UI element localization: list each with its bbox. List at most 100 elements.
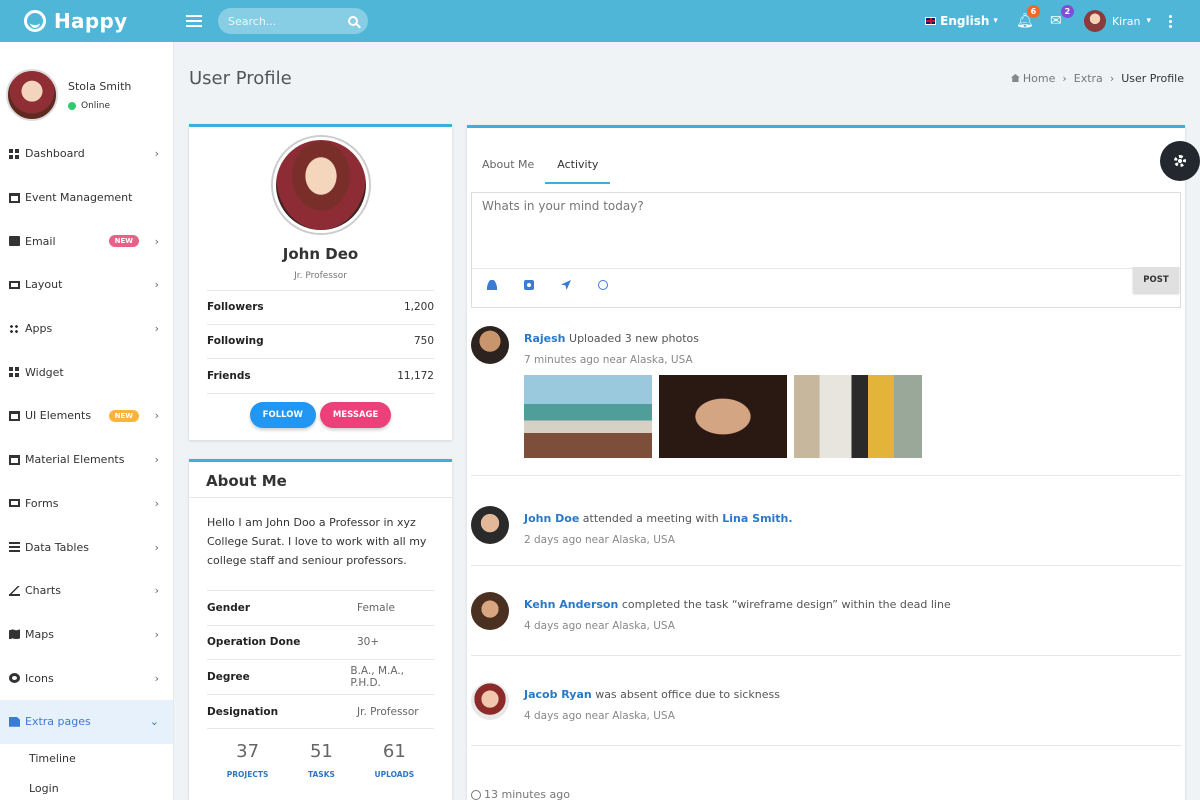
language-label: English: [940, 14, 990, 28]
stat-friends: Friends 11,172: [207, 359, 434, 394]
about-row-gender: Gender Female: [207, 590, 434, 625]
new-badge: NEW: [108, 409, 139, 422]
post-button[interactable]: POST: [1133, 267, 1179, 293]
sidebar-item-label: Charts: [25, 584, 61, 598]
mail-icon: [9, 236, 20, 247]
feed-mention[interactable]: Lina Smith.: [722, 512, 792, 525]
feed-user-name[interactable]: Kehn Anderson: [524, 598, 618, 611]
feed-text: attended a meeting with: [579, 512, 723, 525]
counter-tasks: 51 TASKS: [308, 741, 335, 779]
sidebar-item-event-management[interactable]: Event Management: [0, 176, 173, 220]
brand[interactable]: Happy: [0, 9, 174, 33]
sidebar-item-charts[interactable]: Charts ›: [0, 569, 173, 613]
sidebar-item-label: Widget: [25, 365, 64, 379]
user-menu[interactable]: Kiran ▾: [1083, 10, 1151, 32]
about-value: 30+: [357, 636, 380, 649]
sidebar-item-material-elements[interactable]: Material Elements ›: [0, 438, 173, 482]
feed-user-name[interactable]: Jacob Ryan: [524, 688, 592, 701]
grid-icon: [9, 148, 20, 159]
camera-icon[interactable]: [524, 280, 534, 290]
search-input[interactable]: [228, 14, 338, 28]
messages-badge: 2: [1060, 5, 1074, 18]
sidebar-item-label: Extra pages: [25, 715, 91, 729]
tab-activity[interactable]: Activity: [545, 158, 611, 184]
widget-icon: [9, 367, 20, 378]
stat-label: Friends: [207, 369, 251, 382]
search-box: [218, 8, 368, 34]
menu-toggle-icon[interactable]: [186, 12, 202, 30]
chevron-down-icon: ▾: [1146, 16, 1151, 26]
feed-time: 4 days ago near Alaska, USA: [524, 620, 675, 632]
avatar: [471, 506, 509, 544]
notifications-button[interactable]: 🔔︎ 6: [1016, 5, 1040, 29]
feed-time: 7 minutes ago near Alaska, USA: [524, 354, 693, 366]
sidebar-item-email[interactable]: Email NEW ›: [0, 219, 173, 263]
chevron-down-icon: ▾: [993, 16, 998, 26]
sidebar-item-label: Forms: [25, 496, 59, 510]
follow-button[interactable]: FOLLOW: [249, 401, 316, 428]
sidebar-item-label: UI Elements: [25, 409, 92, 423]
sidebar-item-apps[interactable]: Apps ›: [0, 307, 173, 351]
status-indicator: Online: [68, 101, 131, 111]
chevron-right-icon: ›: [154, 496, 159, 510]
sidebar-item-forms[interactable]: Forms ›: [0, 482, 173, 526]
sidebar-item-label: Layout: [25, 278, 63, 292]
settings-button[interactable]: [1160, 141, 1200, 181]
sidebar-item-widget[interactable]: Widget: [0, 350, 173, 394]
stat-value: 750: [413, 335, 434, 348]
breadcrumb-home[interactable]: Home: [1010, 72, 1056, 85]
sidebar-item-label: Icons: [25, 671, 54, 685]
sidebar-item-data-tables[interactable]: Data Tables ›: [0, 525, 173, 569]
clock-icon: [471, 789, 481, 800]
sidebar-item-extra-pages[interactable]: Extra pages ⌄: [0, 699, 173, 744]
activity-feed: Rajesh Uploaded 3 new photos 7 minutes a…: [471, 323, 1181, 746]
location-icon[interactable]: [561, 280, 571, 290]
breadcrumb-separator-icon: ›: [1062, 72, 1067, 85]
about-row-operation-done: Operation Done 30+: [207, 624, 434, 660]
feed-time: 4 days ago near Alaska, USA: [524, 710, 675, 722]
feed-text: completed the task “wireframe design” wi…: [618, 598, 951, 611]
about-text: Hello I am John Doo a Professor in xyz C…: [207, 516, 427, 567]
tag-user-icon[interactable]: [487, 280, 497, 290]
sidebar-item-ui-elements[interactable]: UI Elements NEW ›: [0, 394, 173, 438]
messages-button[interactable]: ✉︎ 2: [1049, 5, 1074, 29]
sidebar-subitem-timeline[interactable]: Timeline: [0, 744, 173, 774]
table-icon: [9, 542, 20, 553]
breadcrumb-separator-icon: ›: [1109, 72, 1115, 85]
emoji-icon[interactable]: [598, 280, 608, 290]
time-text: 13 minutes ago: [484, 788, 570, 800]
chevron-right-icon: ›: [154, 540, 159, 554]
more-options-icon[interactable]: [1169, 14, 1172, 28]
envelope-icon: ✉︎: [1049, 13, 1062, 29]
counter-projects: 37 PROJECTS: [227, 741, 269, 779]
breadcrumb-label: Home: [1022, 72, 1056, 85]
about-value: Jr. Professor: [357, 705, 419, 718]
tab-about-me[interactable]: About Me: [479, 158, 537, 184]
page-title: User Profile: [189, 68, 292, 89]
sidebar-item-layout[interactable]: Layout ›: [0, 263, 173, 307]
sidebar-item-icons[interactable]: Icons ›: [0, 656, 173, 700]
avatar: [471, 326, 509, 364]
profile-avatar: [272, 137, 369, 233]
gear-icon: [1174, 155, 1186, 167]
counter-label: PROJECTS: [226, 770, 269, 780]
breadcrumb-extra[interactable]: Extra: [1074, 72, 1103, 85]
sidebar-subitem-login[interactable]: Login: [0, 774, 173, 800]
counter-uploads: 61 UPLOADS: [374, 741, 414, 779]
feed-user-name[interactable]: Rajesh: [524, 332, 566, 345]
language-selector[interactable]: English ▾: [925, 14, 998, 28]
chevron-down-icon: ⌄: [149, 715, 159, 729]
sidebar-item-maps[interactable]: Maps ›: [0, 613, 173, 657]
sidebar-item-dashboard[interactable]: Dashboard ›: [0, 132, 173, 176]
photo-thumbnail[interactable]: [794, 375, 922, 458]
list-item: Kehn Anderson completed the task “wirefr…: [471, 566, 1181, 656]
search-icon[interactable]: [348, 16, 358, 26]
photo-thumbnail[interactable]: [524, 375, 652, 458]
feed-user-name[interactable]: John Doe: [524, 512, 579, 525]
sidebar-item-label: Apps: [25, 322, 53, 336]
photo-thumbnail[interactable]: [659, 375, 787, 458]
post-textarea[interactable]: [472, 193, 1180, 269]
ui-icon: [9, 410, 20, 421]
apps-icon: [9, 323, 20, 334]
message-button[interactable]: MESSAGE: [319, 401, 392, 428]
